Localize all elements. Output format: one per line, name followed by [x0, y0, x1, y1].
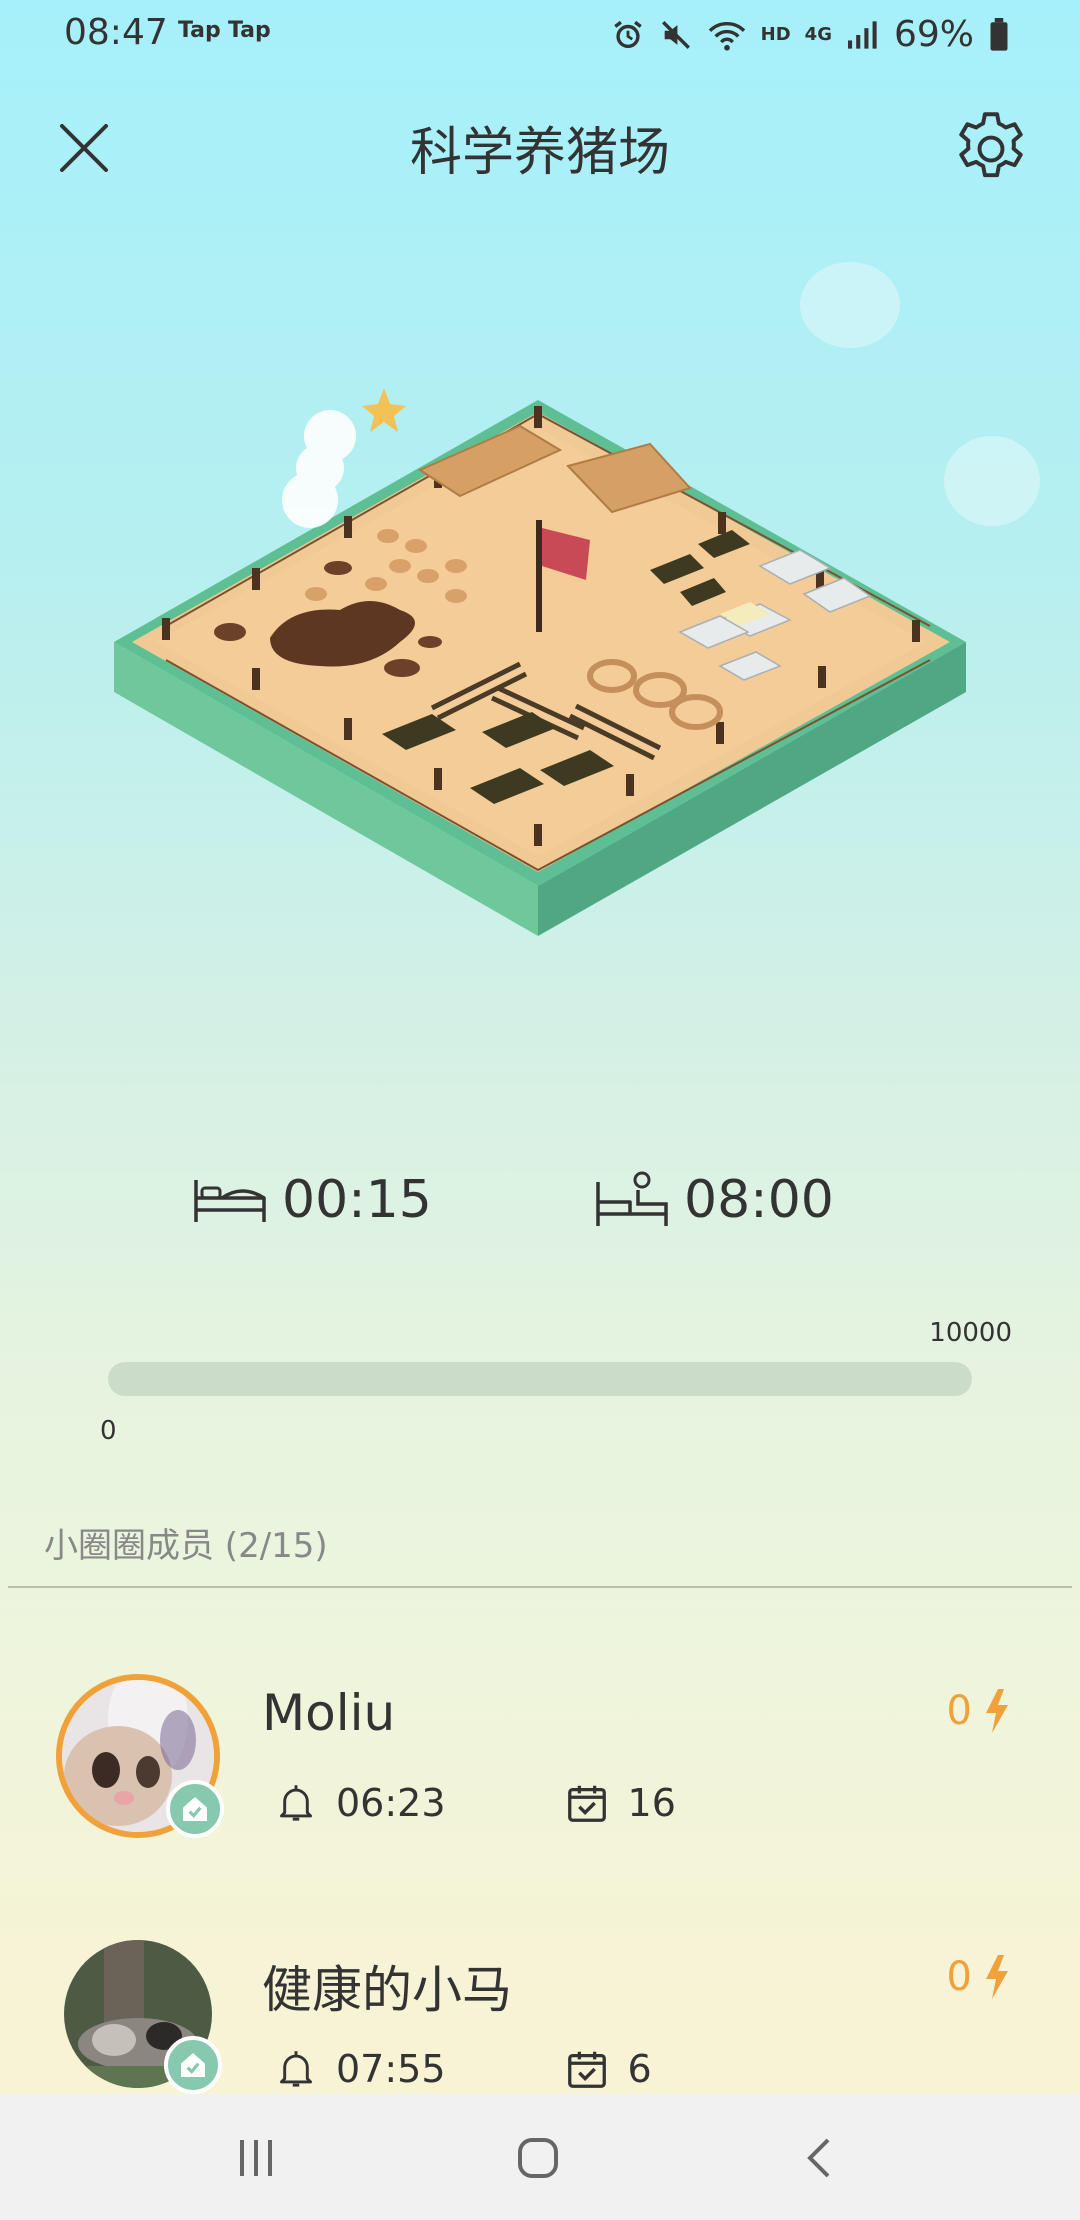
home-icon — [518, 2138, 558, 2178]
member-name: Moliu — [262, 1684, 396, 1742]
home-check-icon — [181, 2053, 205, 2077]
bell-icon — [280, 1785, 312, 1821]
member-meta: 07:55 6 — [276, 2046, 652, 2092]
avatar[interactable] — [64, 1940, 222, 2094]
status-time: 08:47 — [64, 12, 168, 53]
notification-tap-1: Tap — [178, 18, 221, 43]
farm-illustration — [114, 388, 966, 936]
bedtime-value: 00:15 — [282, 1170, 432, 1230]
lightning-icon — [986, 1689, 1008, 1733]
system-nav-bar — [0, 2094, 1080, 2220]
bed-icon — [194, 1180, 266, 1222]
divider — [8, 1586, 1072, 1588]
back-icon — [807, 2138, 830, 2178]
lightning-icon — [986, 1955, 1008, 1999]
battery-icon — [990, 17, 1008, 51]
calendar-check-icon — [567, 2051, 606, 2088]
sleep-times: 00:15 08:00 — [0, 1170, 1080, 1250]
member-energy: 0 — [947, 1954, 1010, 2000]
bell-icon — [280, 2051, 312, 2087]
checkin-days: 6 — [627, 2047, 652, 2091]
mute-icon — [661, 20, 690, 49]
recent-apps-icon — [240, 2140, 272, 2176]
gear-icon — [959, 112, 1023, 178]
alarm-icon — [613, 20, 642, 48]
back-button[interactable] — [790, 2128, 850, 2188]
notification-tap-2: Tap — [228, 18, 271, 43]
hd-indicator: HD — [760, 24, 791, 45]
network-type: 4G — [804, 24, 832, 45]
progress-min-label: 0 — [100, 1416, 117, 1446]
settings-button[interactable] — [948, 106, 1034, 192]
bedtime: 00:15 — [192, 1170, 432, 1230]
alarm-time: 07:55 — [336, 2047, 446, 2091]
member-name: 健康的小马 — [262, 1961, 512, 2019]
signal-icon — [847, 20, 877, 49]
recent-apps-button[interactable] — [226, 2128, 286, 2188]
battery-percent: 69% — [893, 14, 974, 55]
member-energy: 0 — [947, 1688, 1010, 1734]
wifi-icon — [708, 21, 745, 51]
status-icons: HD 4G 69% — [611, 14, 1010, 55]
cloud — [800, 262, 900, 348]
progress-max-label: 10000 — [929, 1318, 1012, 1348]
home-check-badge — [166, 1780, 224, 1838]
page-title: 科学养猪场 — [409, 123, 670, 183]
waketime-value: 08:00 — [684, 1170, 834, 1230]
home-check-badge — [164, 2036, 222, 2094]
home-button[interactable] — [508, 2128, 568, 2188]
energy-value: 0 — [946, 1954, 972, 2000]
calendar-check-icon — [567, 1785, 606, 1822]
member-meta: 06:23 16 — [276, 1780, 676, 1826]
avatar[interactable] — [56, 1674, 224, 1838]
member-item[interactable]: Moliu 0 06:23 16 — [0, 1674, 1080, 1864]
status-bar: 08:47 Tap Tap HD 4G 69% — [0, 0, 1080, 64]
home-check-icon — [183, 1797, 207, 1821]
waketime: 08:00 — [594, 1170, 834, 1230]
wake-up-icon — [596, 1171, 668, 1226]
members-title: 小圈圈成员 (2/15) — [44, 1526, 328, 1566]
alarm-time: 06:23 — [336, 1781, 446, 1825]
progress-bar — [108, 1362, 972, 1396]
checkin-days: 16 — [627, 1781, 676, 1825]
energy-value: 0 — [946, 1688, 972, 1734]
